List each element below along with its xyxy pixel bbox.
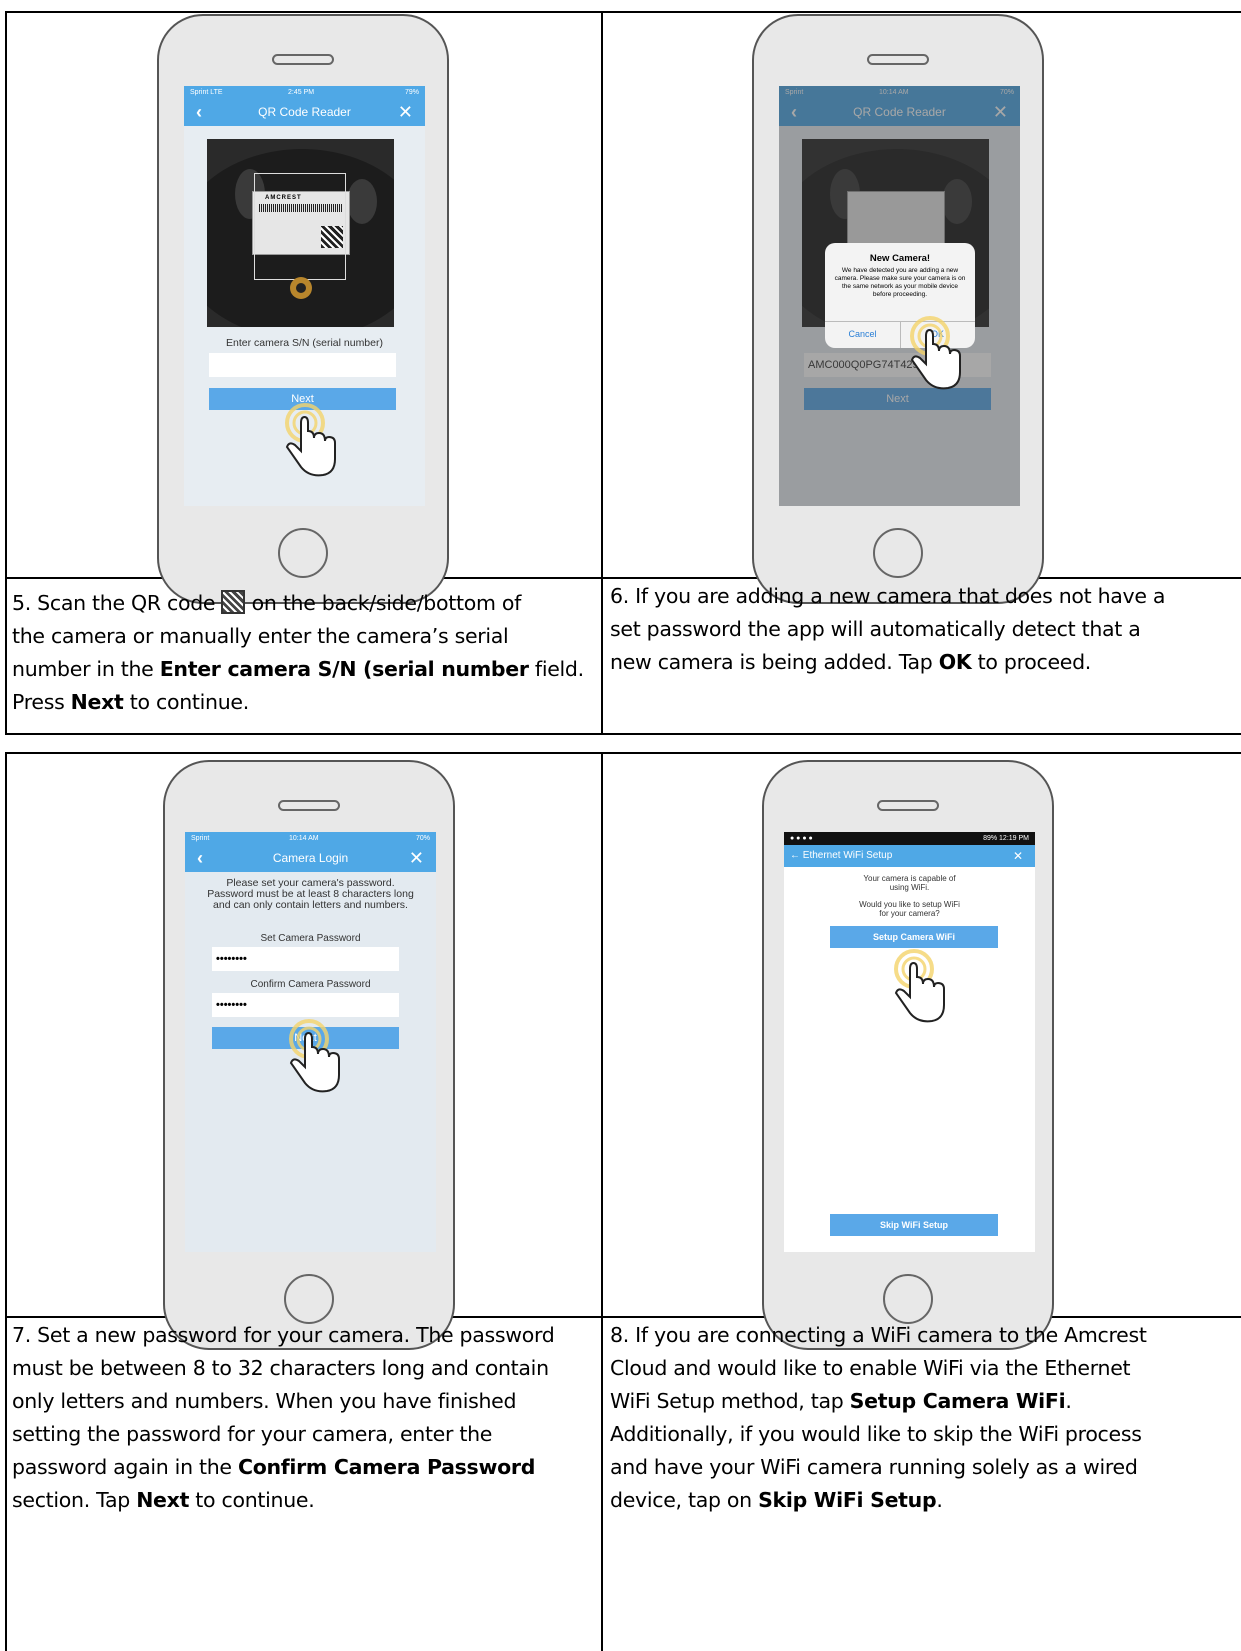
tap-hand-icon [894, 949, 945, 1023]
close-icon[interactable]: ✕ [409, 845, 424, 872]
back-icon[interactable]: ‹ [196, 99, 202, 126]
skip-wifi-setup-button[interactable]: Skip WiFi Setup [830, 1214, 998, 1236]
tap-hand-icon [289, 1019, 340, 1093]
phone-step8: ● ● ● ● 89% 12:19 PM ← Ethernet WiFi Set… [762, 760, 1054, 1350]
close-icon[interactable]: ✕ [1013, 845, 1023, 867]
status-bar: ● ● ● ● 89% 12:19 PM [784, 832, 1035, 845]
home-button [883, 1274, 933, 1324]
wifi-capable-text: Your camera is capable of using WiFi. [863, 874, 956, 892]
status-bar: Sprint LTE 2:45 PM 79% [184, 86, 425, 99]
home-button [284, 1274, 334, 1324]
tap-hand-icon [910, 316, 961, 390]
serial-input[interactable] [209, 353, 396, 377]
dialog-body: We have detected you are adding a new ca… [834, 267, 966, 298]
back-icon[interactable]: ← [790, 850, 800, 861]
home-button [278, 528, 328, 578]
confirm-password-input[interactable]: •••••••• [212, 993, 399, 1017]
phone-screen: Sprint 10:14 AM 70% ‹ QR Code Reader ✕ A… [779, 86, 1020, 506]
wifi-question-text: Would you like to setup WiFi for your ca… [859, 900, 960, 918]
home-button [873, 528, 923, 578]
setup-camera-wifi-button[interactable]: Setup Camera WiFi [830, 926, 998, 948]
tap-hand-icon [285, 403, 336, 477]
screen-title: Ethernet WiFi Setup [802, 850, 893, 861]
carrier-text: Sprint LTE [190, 89, 223, 96]
qr-code-icon [221, 590, 246, 614]
nav-bar: ‹ QR Code Reader ✕ [184, 99, 425, 126]
back-icon[interactable]: ‹ [197, 845, 203, 872]
phone-speaker [278, 800, 340, 811]
set-password-input[interactable]: •••••••• [212, 947, 399, 971]
battery-text: 79% [404, 89, 419, 96]
dialog-title: New Camera! [869, 253, 931, 264]
phone-step7: Sprint 10:14 AM 70% ‹ Camera Login ✕ Ple… [163, 760, 455, 1350]
caption-step7: 7. Set a new password for your camera. T… [12, 1323, 555, 1512]
notification-icons: ● ● ● ● [790, 835, 813, 842]
password-instructions: Please set your camera's password. Passw… [207, 877, 414, 911]
screen-title: Camera Login [272, 851, 349, 865]
phone-speaker [272, 54, 334, 65]
status-bar: Sprint 10:14 AM 70% [185, 832, 436, 845]
phone-step5: Sprint LTE 2:45 PM 79% ‹ QR Code Reader … [157, 14, 449, 604]
caption-step5: 5. Scan the QR code on the back/side/bot… [12, 590, 584, 714]
camera-preview: AMCREST [207, 139, 394, 327]
set-password-label: Set Camera Password [260, 933, 361, 944]
serial-field-label: Enter camera S/N (serial number) [226, 337, 383, 349]
close-icon[interactable]: ✕ [398, 99, 413, 126]
caption-step8: 8. If you are connecting a WiFi camera t… [610, 1323, 1147, 1512]
phone-step6: Sprint 10:14 AM 70% ‹ QR Code Reader ✕ A… [752, 14, 1044, 604]
cancel-button[interactable]: Cancel [825, 321, 900, 348]
screen-title: QR Code Reader [258, 105, 351, 119]
phone-speaker [877, 800, 939, 811]
nav-bar: ‹ Camera Login ✕ [185, 845, 436, 872]
time-text: 10:14 AM [289, 835, 319, 842]
nav-bar: ← Ethernet WiFi Setup ✕ [784, 845, 1035, 867]
battery-text: 70% [415, 835, 430, 842]
phone-speaker [867, 54, 929, 65]
phone-screen: Sprint LTE 2:45 PM 79% ‹ QR Code Reader … [184, 86, 425, 506]
caption-step6: 6. If you are adding a new camera that d… [610, 584, 1166, 674]
confirm-password-label: Confirm Camera Password [250, 979, 371, 990]
time-text: 2:45 PM [288, 89, 315, 96]
phone-screen: Sprint 10:14 AM 70% ‹ Camera Login ✕ Ple… [185, 832, 436, 1252]
carrier-text: Sprint [191, 835, 210, 842]
phone-screen: ● ● ● ● 89% 12:19 PM ← Ethernet WiFi Set… [784, 832, 1035, 1252]
status-right-text: 89% 12:19 PM [983, 835, 1029, 842]
